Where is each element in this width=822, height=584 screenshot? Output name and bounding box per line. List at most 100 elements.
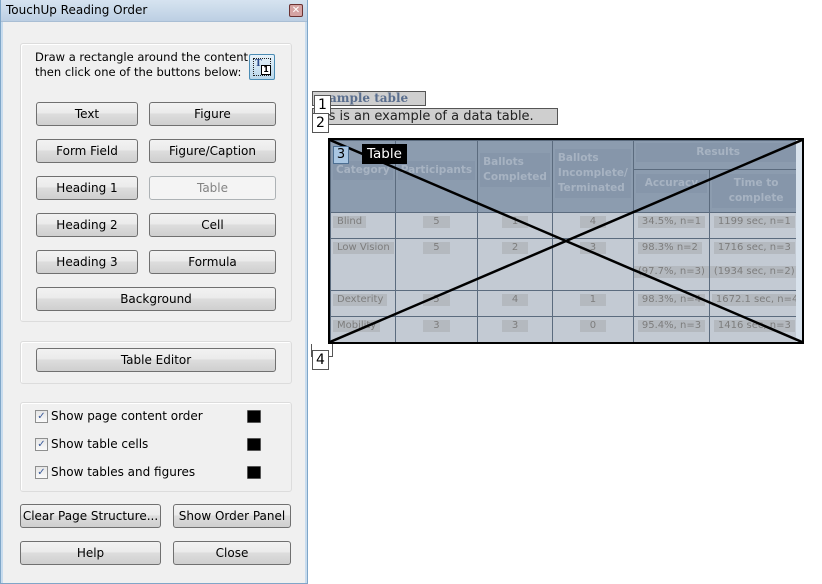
draw-rectangle-button[interactable]: T 1 <box>249 54 275 80</box>
table-row: Blind 5 1 4 34.5%, n=1 1199 sec, n=1 <box>330 212 802 239</box>
cell-participants: 5 <box>394 238 479 291</box>
heading-2-button[interactable]: Heading 2 <box>36 213 138 237</box>
table-tag-label: Table <box>362 144 407 164</box>
cell-text: 3 <box>579 242 607 254</box>
reading-order-rectangle-icon: T 1 <box>253 58 271 76</box>
table-row: Low Vision 5 2 3 98.3% n=2 (97.7%, n=3) … <box>330 238 802 291</box>
help-button[interactable]: Help <box>20 541 161 565</box>
cell-category: Mobility <box>330 316 396 342</box>
data-table: Category Participants Ballots Completed … <box>330 140 802 342</box>
cell-category: Blind <box>330 212 396 239</box>
option-label: Show page content order <box>51 409 203 423</box>
show-table-cells-checkbox[interactable]: ✓ <box>35 438 48 451</box>
header-text: Participants <box>397 161 476 180</box>
table-right-edge <box>796 140 802 342</box>
header-text: Ballots Completed <box>480 153 550 187</box>
text-button[interactable]: Text <box>36 102 138 126</box>
color-swatch[interactable] <box>247 410 261 423</box>
dialog-title: TouchUp Reading Order <box>6 3 148 17</box>
instructions: Draw a rectangle around the content then… <box>35 50 248 80</box>
show-tables-and-figures-checkbox[interactable]: ✓ <box>35 466 48 479</box>
show-page-content-order-checkbox[interactable]: ✓ <box>35 410 48 423</box>
cell-completed: 2 <box>477 238 553 291</box>
table-button[interactable]: Table <box>149 176 276 200</box>
table-editor-group: Table Editor <box>20 341 292 384</box>
cell-category: Low Vision <box>330 238 396 291</box>
cell-text: (97.7%, n=3) <box>633 266 709 278</box>
cell-time: 1716 sec, n=3 (1934 sec, n=2) <box>708 238 802 291</box>
order-tag-1[interactable]: 1 <box>314 95 331 115</box>
table-editor-button[interactable]: Table Editor <box>36 348 276 372</box>
cell-text: Dexterity <box>333 294 388 306</box>
header-accuracy: Accuracy <box>632 169 710 213</box>
cell-incomplete: 1 <box>551 290 634 317</box>
option-show-tables-and-figures[interactable]: ✓ Show tables and figures <box>35 465 275 481</box>
show-order-panel-button[interactable]: Show Order Panel <box>173 504 291 528</box>
option-show-table-cells[interactable]: ✓ Show table cells <box>35 437 275 453</box>
order-tag-3[interactable]: 3 <box>333 146 349 164</box>
cell-text: 4 <box>501 294 529 306</box>
formula-button[interactable]: Formula <box>149 250 276 274</box>
header-participants: Participants <box>394 140 479 213</box>
option-label: Show table cells <box>51 437 149 451</box>
header-time: Time to complete <box>708 169 802 213</box>
cell-text: 98.3% n=2 <box>637 242 702 254</box>
paragraph-content-region[interactable]: is is an example of a data table. <box>312 108 558 125</box>
cell-completed: 4 <box>477 290 553 317</box>
heading-3-button[interactable]: Heading 3 <box>36 250 138 274</box>
order-tag-2[interactable]: 2 <box>312 113 329 133</box>
color-swatch[interactable] <box>247 438 261 451</box>
cell-text: Mobility <box>333 320 381 332</box>
cell-participants: 3 <box>394 316 479 342</box>
cell-accuracy: 98.3%, n=4 <box>632 290 710 317</box>
table-row: Mobility 3 3 0 95.4%, n=3 1416 sec, n=3 <box>330 316 802 342</box>
option-label: Show tables and figures <box>51 465 196 479</box>
form-field-button[interactable]: Form Field <box>36 139 138 163</box>
cell-completed: 1 <box>477 212 553 239</box>
one-glyph: 1 <box>261 65 271 75</box>
figure-caption-button[interactable]: Figure/Caption <box>149 139 276 163</box>
clear-page-structure-button[interactable]: Clear Page Structure... <box>20 504 161 528</box>
heading-1-button[interactable]: Heading 1 <box>36 176 138 200</box>
header-results: Results <box>632 140 802 170</box>
cell-text: Low Vision <box>333 242 394 254</box>
close-button[interactable]: Close <box>173 541 291 565</box>
option-show-page-content-order[interactable]: ✓ Show page content order <box>35 409 275 425</box>
color-swatch[interactable] <box>247 466 261 479</box>
touchup-reading-order-dialog: TouchUp Reading Order ✕ Draw a rectangle… <box>0 0 308 584</box>
order-tag-4[interactable]: 4 <box>312 350 329 370</box>
cell-text: 1199 sec, n=1 <box>713 216 795 228</box>
cell-text: 34.5%, n=1 <box>637 216 706 228</box>
cell-accuracy: 34.5%, n=1 <box>632 212 710 239</box>
cell-text: 1716 sec, n=3 <box>713 242 795 254</box>
instruction-line-1: Draw a rectangle around the content <box>35 50 248 64</box>
cell-time: 1416 sec, n=3 <box>708 316 802 342</box>
header-text: Ballots Incomplete/ Terminated <box>554 149 631 198</box>
background-button[interactable]: Background <box>36 287 276 311</box>
cell-completed: 3 <box>477 316 553 342</box>
cell-text: 4 <box>579 216 607 228</box>
header-text: Time to complete <box>711 174 801 208</box>
cell-text: Blind <box>333 216 367 228</box>
display-options-group: ✓ Show page content order ✓ Show table c… <box>20 402 292 492</box>
cell-button[interactable]: Cell <box>149 213 276 237</box>
cell-text: 5 <box>423 216 450 228</box>
figure-button[interactable]: Figure <box>149 102 276 126</box>
cell-incomplete: 4 <box>551 212 634 239</box>
cell-text: 5 <box>423 242 450 254</box>
data-table-region[interactable]: Category Participants Ballots Completed … <box>328 138 804 344</box>
title-bar[interactable]: TouchUp Reading Order ✕ <box>1 0 307 22</box>
cell-accuracy: 95.4%, n=3 <box>632 316 710 342</box>
close-x-icon[interactable]: ✕ <box>289 4 303 17</box>
cell-text: 1 <box>501 216 529 228</box>
header-text: Accuracy <box>635 174 707 193</box>
cell-text: 0 <box>579 320 607 332</box>
instruction-line-2: then click one of the buttons below: <box>35 65 242 79</box>
cell-participants: 5 <box>394 290 479 317</box>
cell-text: 2 <box>501 242 529 254</box>
cell-category: Dexterity <box>330 290 396 317</box>
header-ballots-incomplete: Ballots Incomplete/ Terminated <box>551 140 634 213</box>
cell-accuracy: 98.3% n=2 (97.7%, n=3) <box>632 238 710 291</box>
cell-text: 95.4%, n=3 <box>637 320 706 332</box>
cell-participants: 5 <box>394 212 479 239</box>
